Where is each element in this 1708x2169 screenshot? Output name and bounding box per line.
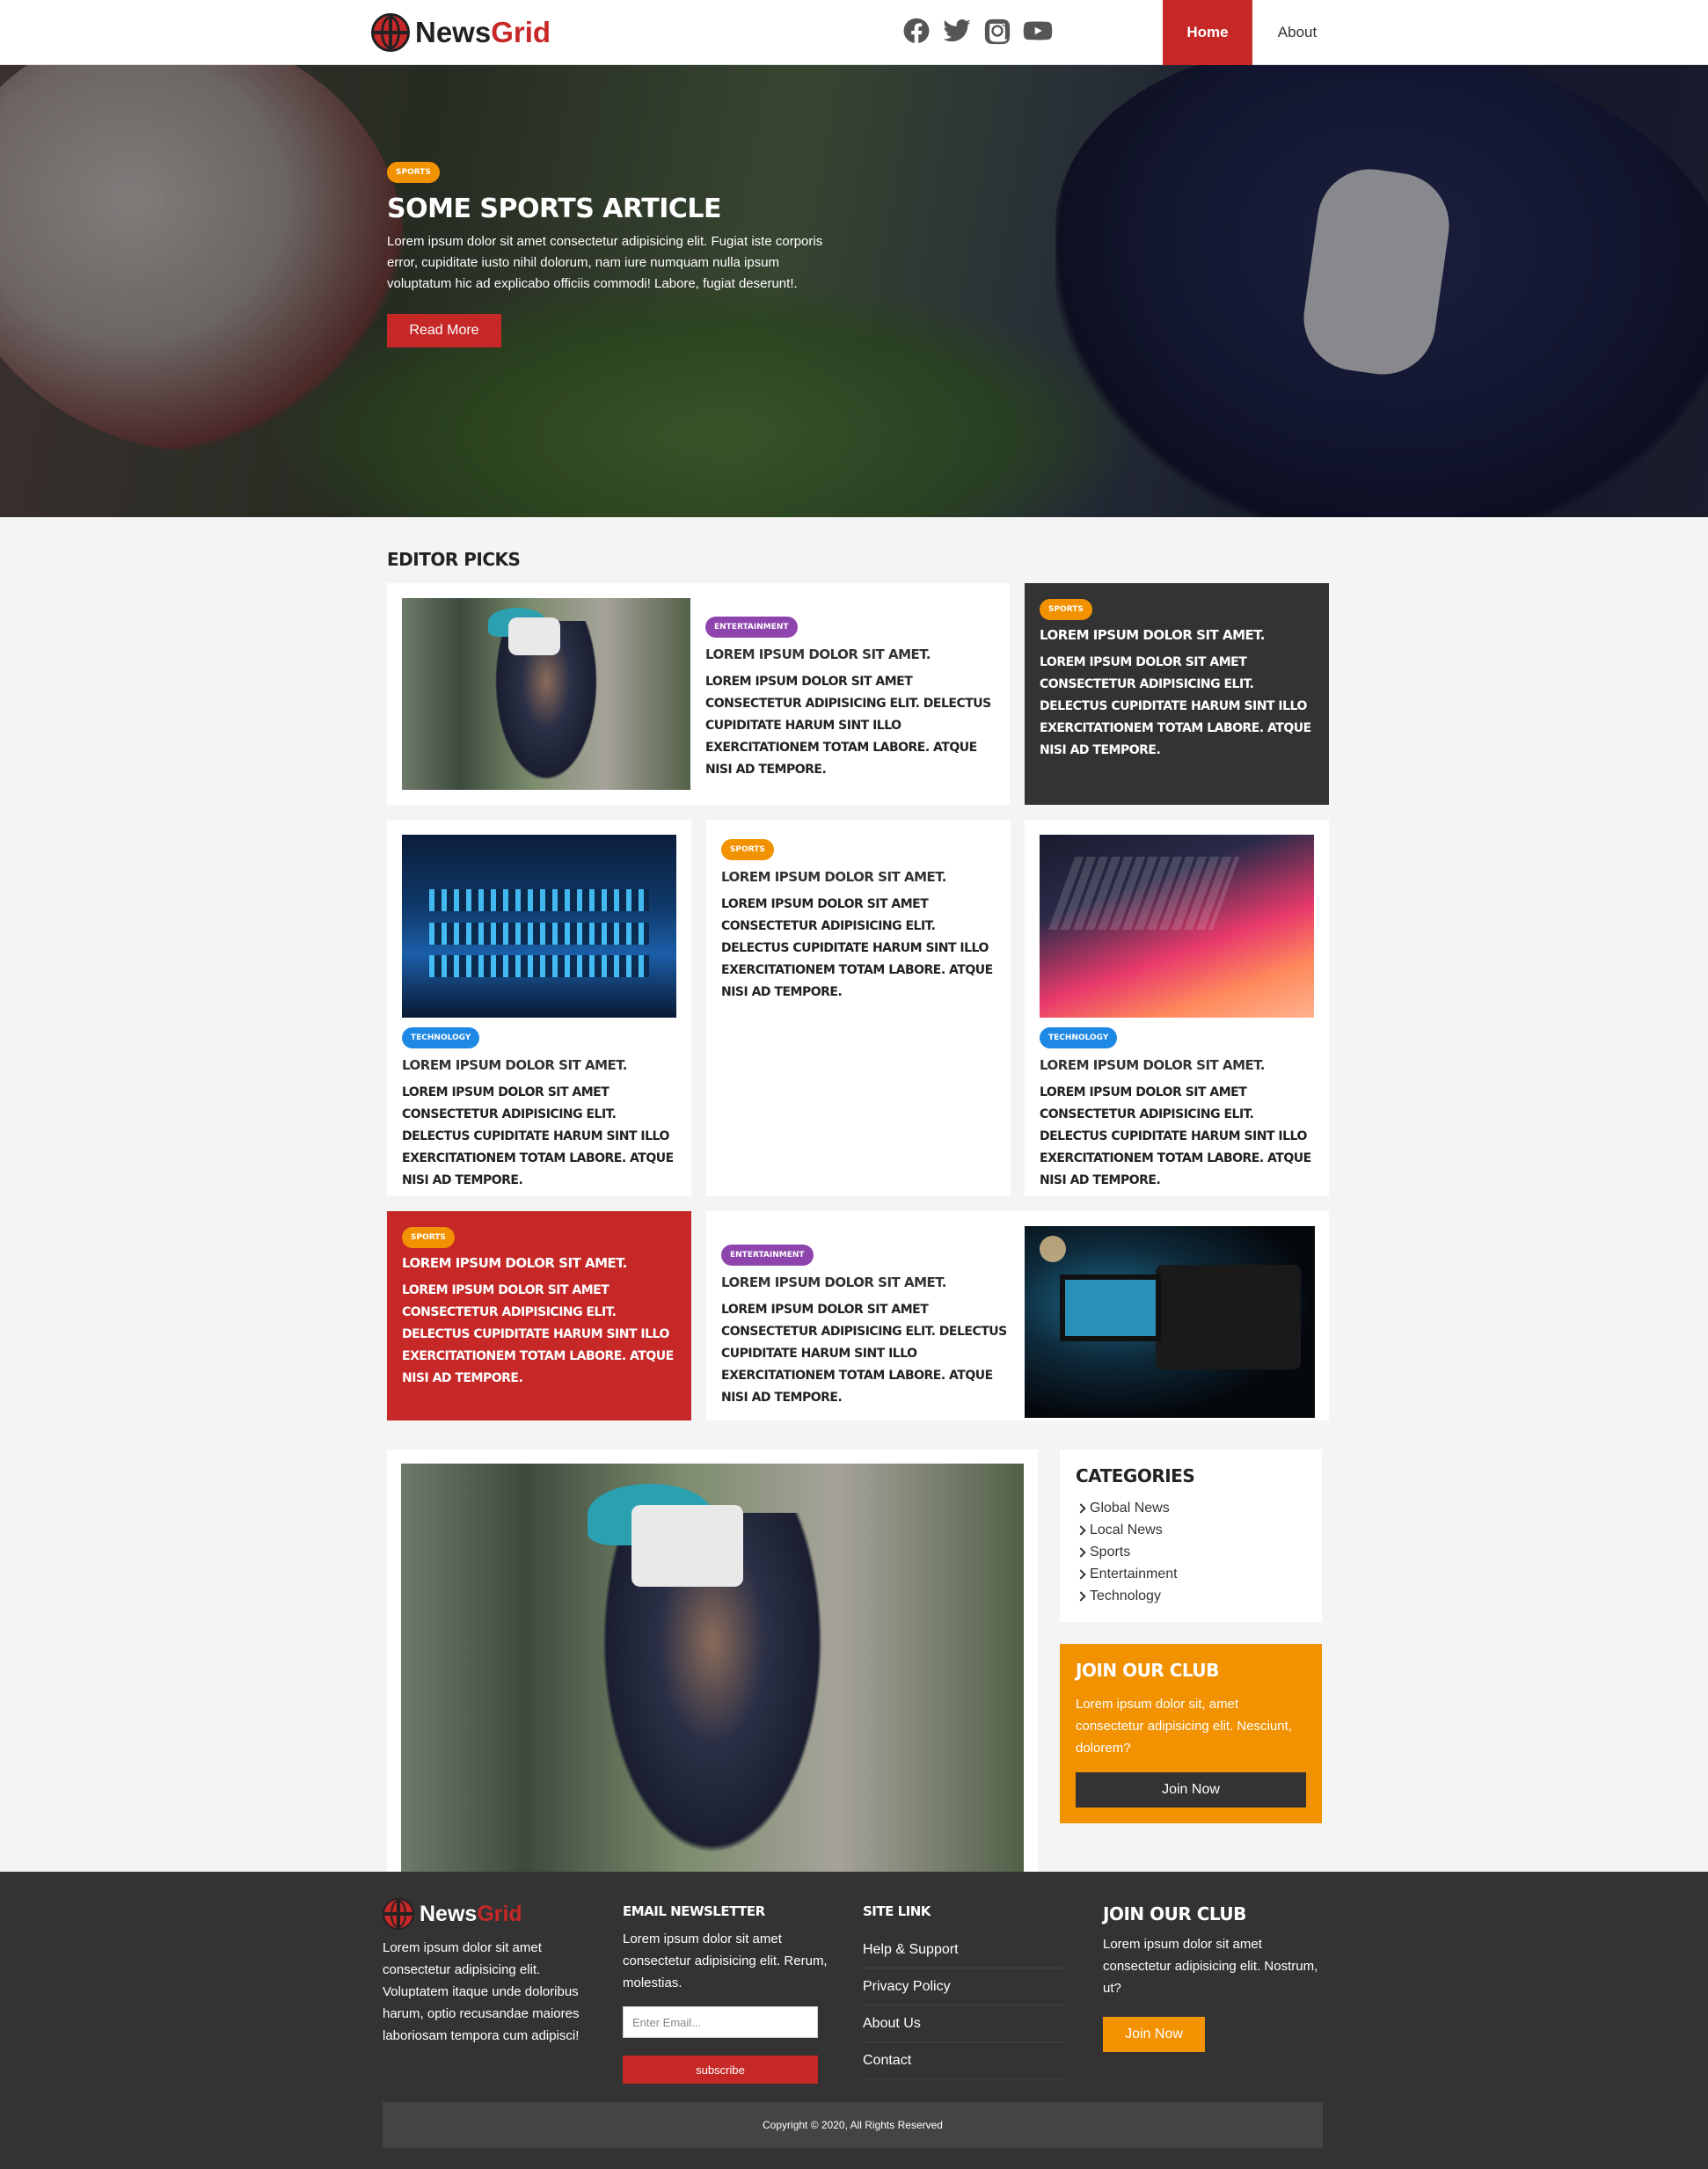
- article-title[interactable]: Lorem ipsum dolor sit amet.: [721, 869, 999, 885]
- nav-about[interactable]: About: [1252, 0, 1342, 65]
- footer-logo[interactable]: NewsGrid: [383, 1896, 602, 1932]
- newsletter-text: Lorem ipsum dolor sit amet consectetur a…: [623, 1932, 828, 1990]
- article-card[interactable]: Sports Lorem ipsum dolor sit amet. Lorem…: [706, 820, 1011, 1196]
- category-badge[interactable]: Technology: [402, 1027, 480, 1048]
- nav-home[interactable]: Home: [1163, 0, 1252, 65]
- club-text: Lorem ipsum dolor sit, amet consectetur …: [1076, 1697, 1292, 1756]
- article-image: [402, 598, 690, 790]
- footer-join-club: Join Our Club Lorem ipsum dolor sit amet…: [1103, 1903, 1323, 2052]
- category-badge[interactable]: Sports: [402, 1227, 455, 1248]
- article-image: [1040, 835, 1314, 1018]
- article-title[interactable]: Lorem ipsum dolor sit amet.: [402, 1255, 676, 1271]
- youtube-icon[interactable]: [1023, 16, 1053, 46]
- featured-article[interactable]: [387, 1450, 1038, 1882]
- category-badge[interactable]: Sports: [721, 839, 774, 860]
- article-card[interactable]: Entertainment Lorem ipsum dolor sit amet…: [387, 583, 1010, 805]
- copyright: Copyright © 2020, All Rights Reserved: [383, 2102, 1323, 2148]
- categories-title: Categories: [1076, 1465, 1195, 1486]
- footer-join-now-button[interactable]: Join Now: [1103, 2017, 1205, 2052]
- subscribe-button[interactable]: subscribe: [623, 2056, 818, 2084]
- instagram-icon[interactable]: [982, 16, 1012, 46]
- article-card[interactable]: Sports Lorem ipsum dolor sit amet. Lorem…: [387, 1211, 691, 1420]
- chevron-right-icon: [1076, 1546, 1086, 1558]
- footer-club-text: Lorem ipsum dolor sit amet consectetur a…: [1103, 1937, 1318, 1996]
- club-title: Join Our Club: [1076, 1660, 1219, 1681]
- footer-link[interactable]: Privacy Policy: [863, 1968, 1063, 2005]
- navbar: NewsGrid Home About: [0, 0, 1708, 65]
- chevron-right-icon: [1076, 1590, 1086, 1602]
- article-excerpt: Lorem ipsum dolor sit amet consectetur a…: [705, 675, 991, 777]
- chevron-right-icon: [1076, 1568, 1086, 1580]
- globe-icon: [371, 13, 410, 52]
- category-link[interactable]: Entertainment: [1076, 1563, 1306, 1585]
- footer-link[interactable]: Contact: [863, 2042, 1063, 2079]
- article-excerpt: Lorem ipsum dolor sit amet consectetur a…: [721, 897, 993, 999]
- article-excerpt: Lorem ipsum dolor sit amet consectetur a…: [402, 1085, 674, 1187]
- twitter-icon[interactable]: [942, 16, 972, 46]
- section-title: Editor Picks: [387, 549, 521, 570]
- category-badge[interactable]: Sports: [1040, 599, 1092, 620]
- footer-link[interactable]: Help & Support: [863, 1932, 1063, 1968]
- article-title[interactable]: Lorem ipsum dolor sit amet.: [705, 646, 996, 662]
- join-now-button[interactable]: Join Now: [1076, 1772, 1306, 1808]
- article-excerpt: Lorem ipsum dolor sit amet consectetur a…: [1040, 1085, 1311, 1187]
- article-excerpt: Lorem ipsum dolor sit amet consectetur a…: [1040, 655, 1311, 757]
- article-title[interactable]: Lorem ipsum dolor sit amet.: [402, 1057, 676, 1073]
- category-link[interactable]: Global News: [1076, 1497, 1306, 1519]
- hero-banner: Sports Some Sports Article Lorem ipsum d…: [0, 65, 1708, 517]
- article-image: [1025, 1226, 1315, 1418]
- hero-title: Some Sports Article: [387, 194, 722, 224]
- category-link[interactable]: Local News: [1076, 1519, 1306, 1541]
- category-badge[interactable]: Entertainment: [705, 617, 798, 638]
- article-excerpt: Lorem ipsum dolor sit amet consectetur a…: [402, 1283, 674, 1385]
- article-card[interactable]: Technology Lorem ipsum dolor sit amet. L…: [387, 820, 691, 1196]
- footer-link[interactable]: About Us: [863, 2005, 1063, 2042]
- footer-site-links: Site Link Help & Support Privacy Policy …: [863, 1903, 1074, 2079]
- chevron-right-icon: [1076, 1524, 1086, 1536]
- hero-text: Lorem ipsum dolor sit amet consectetur a…: [387, 234, 823, 291]
- footer-about: NewsGrid Lorem ipsum dolor sit amet cons…: [383, 1896, 602, 2047]
- article-title[interactable]: Lorem ipsum dolor sit amet.: [1040, 627, 1314, 643]
- article-title[interactable]: Lorem ipsum dolor sit amet.: [721, 1274, 1011, 1290]
- social-links: [901, 16, 1053, 46]
- category-badge[interactable]: Sports: [387, 162, 440, 183]
- newsletter-title: Email Newsletter: [623, 1903, 765, 1919]
- article-card[interactable]: Technology Lorem ipsum dolor sit amet. L…: [1025, 820, 1329, 1196]
- footer-newsletter: Email Newsletter Lorem ipsum dolor sit a…: [623, 1903, 834, 2084]
- footer-about-text: Lorem ipsum dolor sit amet consectetur a…: [383, 1940, 580, 2043]
- categories-list: Global News Local News Sports Entertainm…: [1076, 1497, 1306, 1607]
- site-links-list: Help & Support Privacy Policy About Us C…: [863, 1932, 1063, 2079]
- article-excerpt: Lorem ipsum dolor sit amet consectetur a…: [721, 1303, 1007, 1405]
- globe-icon: [383, 1898, 414, 1930]
- category-badge[interactable]: Entertainment: [721, 1245, 814, 1266]
- featured-image: [401, 1464, 1024, 1882]
- chevron-right-icon: [1076, 1502, 1086, 1514]
- article-card[interactable]: Entertainment Lorem ipsum dolor sit amet…: [706, 1211, 1329, 1420]
- footer-club-title: Join Our Club: [1103, 1903, 1246, 1924]
- read-more-button[interactable]: Read More: [387, 314, 501, 347]
- article-image: [402, 835, 676, 1018]
- footer: NewsGrid Lorem ipsum dolor sit amet cons…: [0, 1872, 1708, 2169]
- facebook-icon[interactable]: [901, 16, 931, 46]
- site-link-title: Site Link: [863, 1903, 931, 1919]
- category-badge[interactable]: Technology: [1040, 1027, 1118, 1048]
- email-input[interactable]: Enter Email...: [623, 2006, 818, 2038]
- category-link[interactable]: Sports: [1076, 1541, 1306, 1563]
- article-card[interactable]: Sports Lorem ipsum dolor sit amet. Lorem…: [1025, 583, 1329, 805]
- category-link[interactable]: Technology: [1076, 1585, 1306, 1607]
- categories-widget: Categories Global News Local News Sports…: [1060, 1450, 1322, 1622]
- join-club-widget: Join Our Club Lorem ipsum dolor sit, ame…: [1060, 1644, 1322, 1823]
- logo-text: NewsGrid: [415, 16, 551, 48]
- hero-content: Sports Some Sports Article Lorem ipsum d…: [387, 162, 844, 347]
- article-title[interactable]: Lorem ipsum dolor sit amet.: [1040, 1057, 1314, 1073]
- logo[interactable]: NewsGrid: [371, 12, 551, 53]
